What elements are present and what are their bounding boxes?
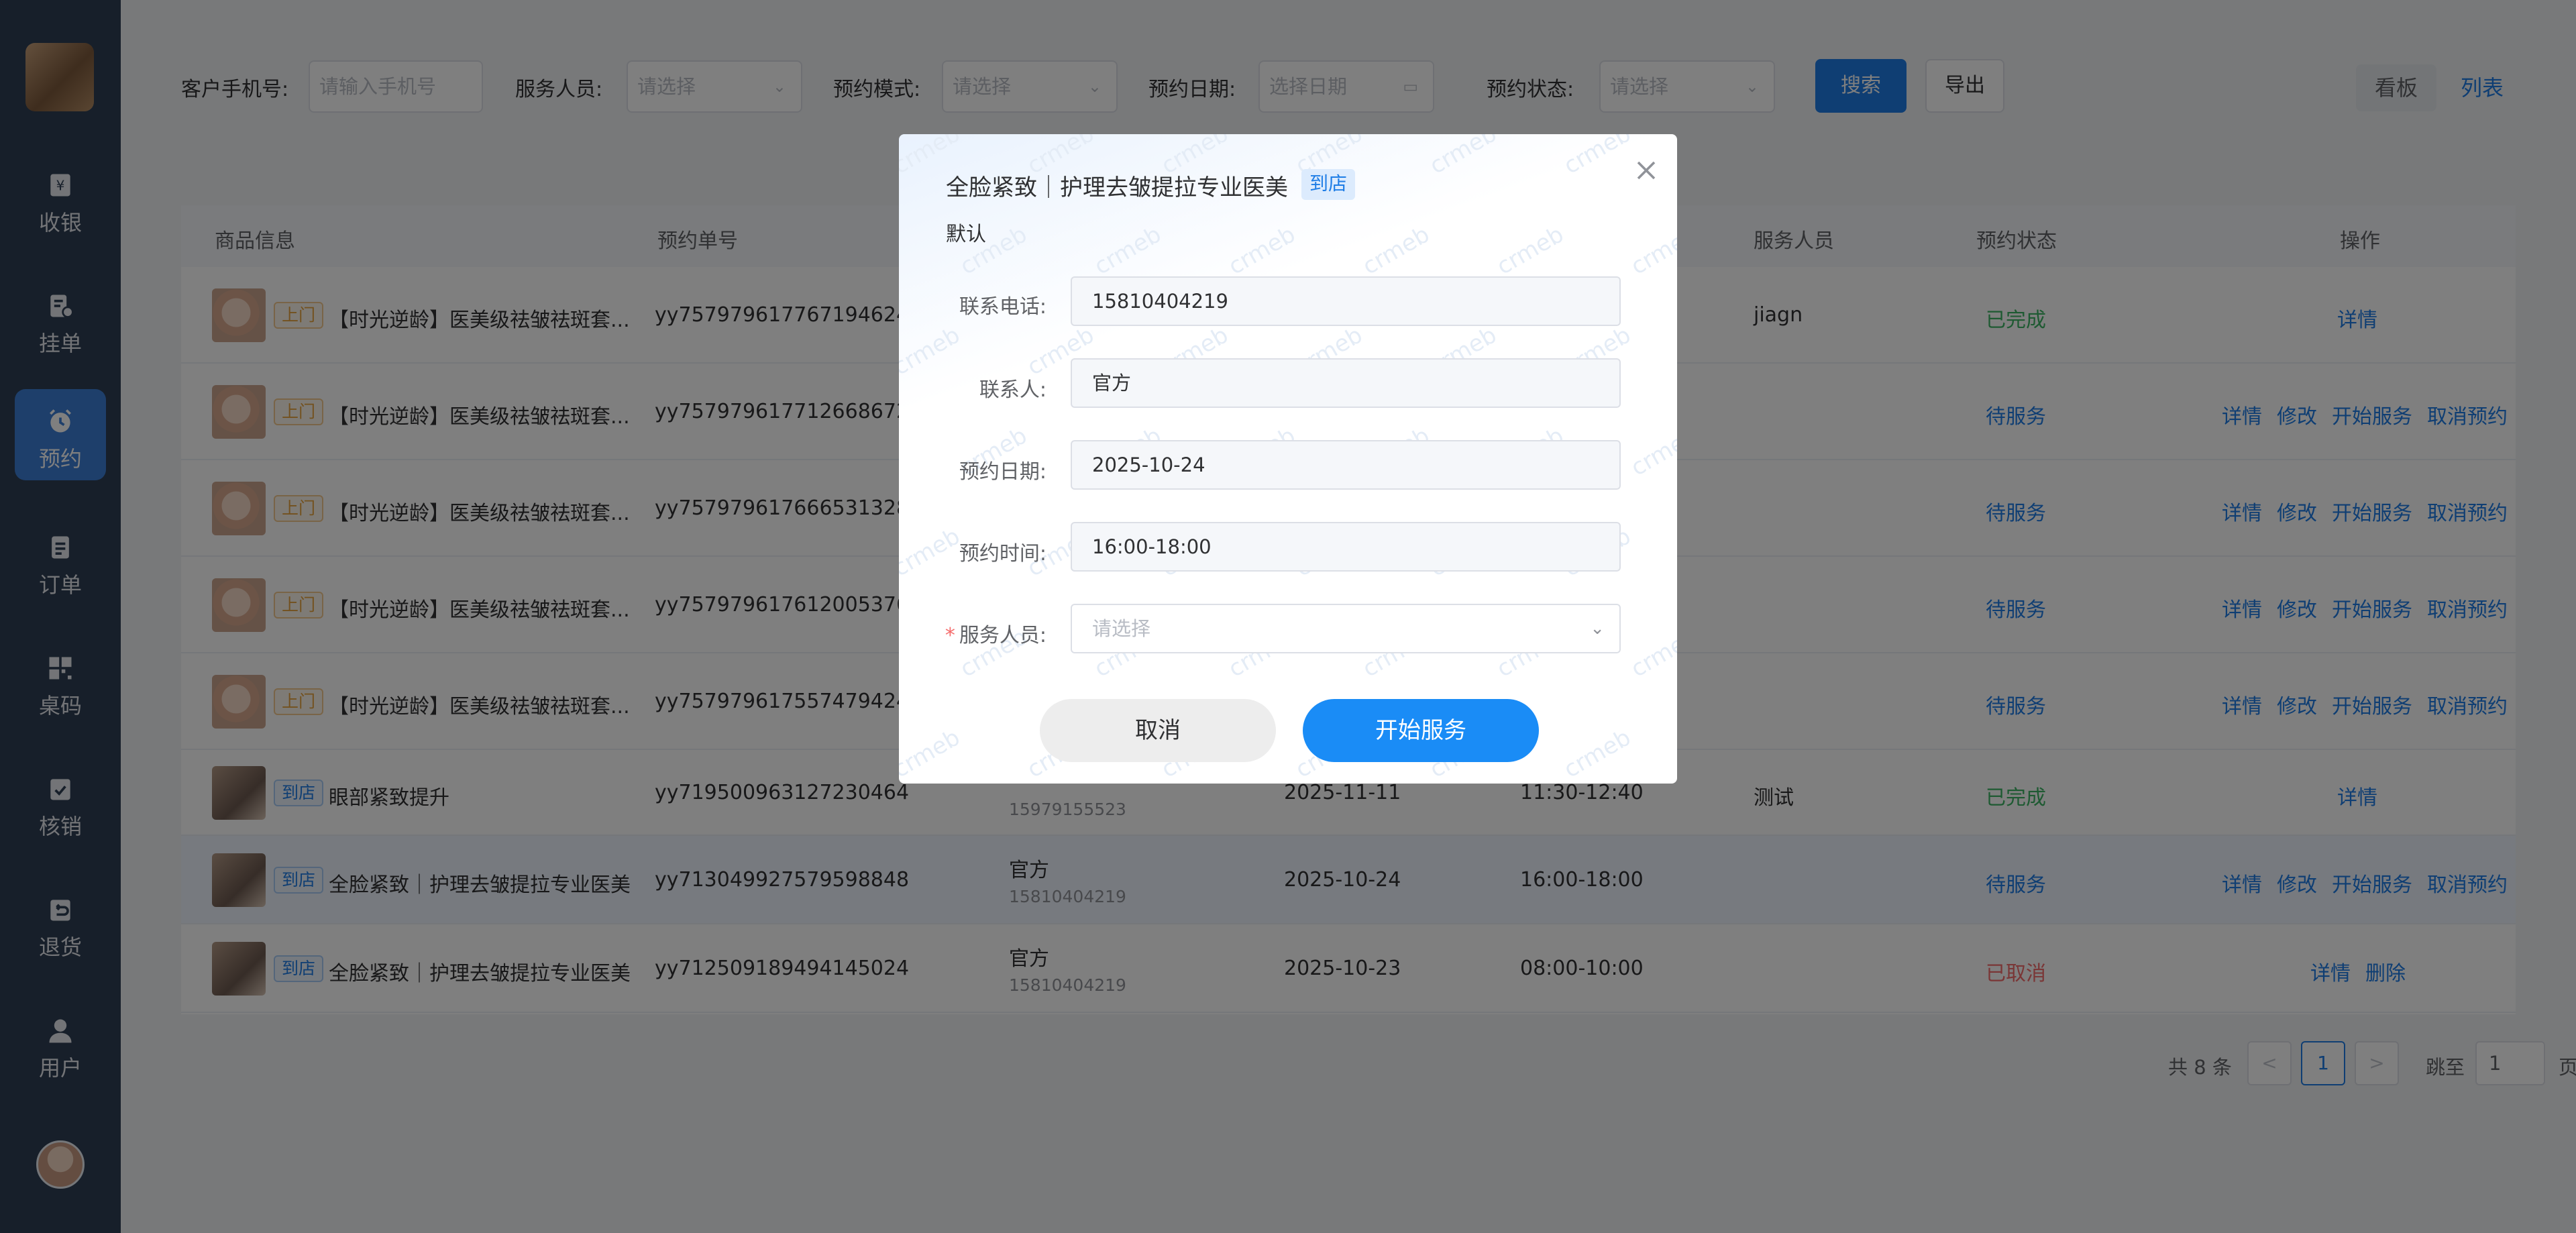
cancel-button[interactable]: 取消 [1040, 699, 1276, 762]
svg-text:crmeb: crmeb [1627, 422, 1678, 481]
contact-field-label: 联系人: [979, 378, 1046, 402]
time-field-label: 预约时间: [959, 542, 1046, 566]
contact-field[interactable]: 官方 [1071, 358, 1621, 408]
chevron-down-icon: ⌄ [1590, 619, 1605, 639]
dialog-title: 全脸紧致｜护理去皱提拉专业医美 [946, 174, 1288, 201]
staff-field-label-text: 服务人员: [959, 624, 1046, 647]
svg-text:crmeb: crmeb [1090, 221, 1166, 280]
svg-text:crmeb: crmeb [1627, 221, 1678, 280]
svg-text:crmeb: crmeb [1493, 221, 1568, 280]
staff-select[interactable]: 请选择 ⌄ [1071, 604, 1621, 653]
close-icon[interactable] [1633, 157, 1660, 184]
svg-text:crmeb: crmeb [1560, 134, 1635, 180]
svg-text:crmeb: crmeb [1426, 134, 1501, 180]
phone-field-label: 联系电话: [959, 295, 1046, 319]
date-field[interactable]: 2025-10-24 [1071, 440, 1621, 490]
svg-text:crmeb: crmeb [1627, 623, 1678, 682]
svg-text:crmeb: crmeb [1560, 724, 1635, 783]
svg-text:crmeb: crmeb [1224, 221, 1300, 280]
dialog-subtitle: 默认 [946, 223, 986, 246]
svg-text:crmeb: crmeb [899, 724, 965, 783]
time-field[interactable]: 16:00-18:00 [1071, 522, 1621, 572]
svg-text:crmeb: crmeb [899, 321, 965, 380]
start-service-button[interactable]: 开始服务 [1303, 699, 1539, 762]
placeholder: 请选择 [1092, 617, 1151, 640]
required-mark: * [945, 624, 955, 647]
start-service-dialog: crmeb crmeb crmeb crmeb crmeb crmeb crmeb crmeb… [899, 134, 1677, 784]
staff-field-label: * 服务人员: [899, 619, 1046, 648]
svg-text:crmeb: crmeb [1358, 221, 1434, 280]
date-field-label: 预约日期: [959, 460, 1046, 484]
dialog-type-badge: 到店 [1301, 169, 1356, 200]
phone-field[interactable]: 15810404219 [1071, 276, 1621, 326]
